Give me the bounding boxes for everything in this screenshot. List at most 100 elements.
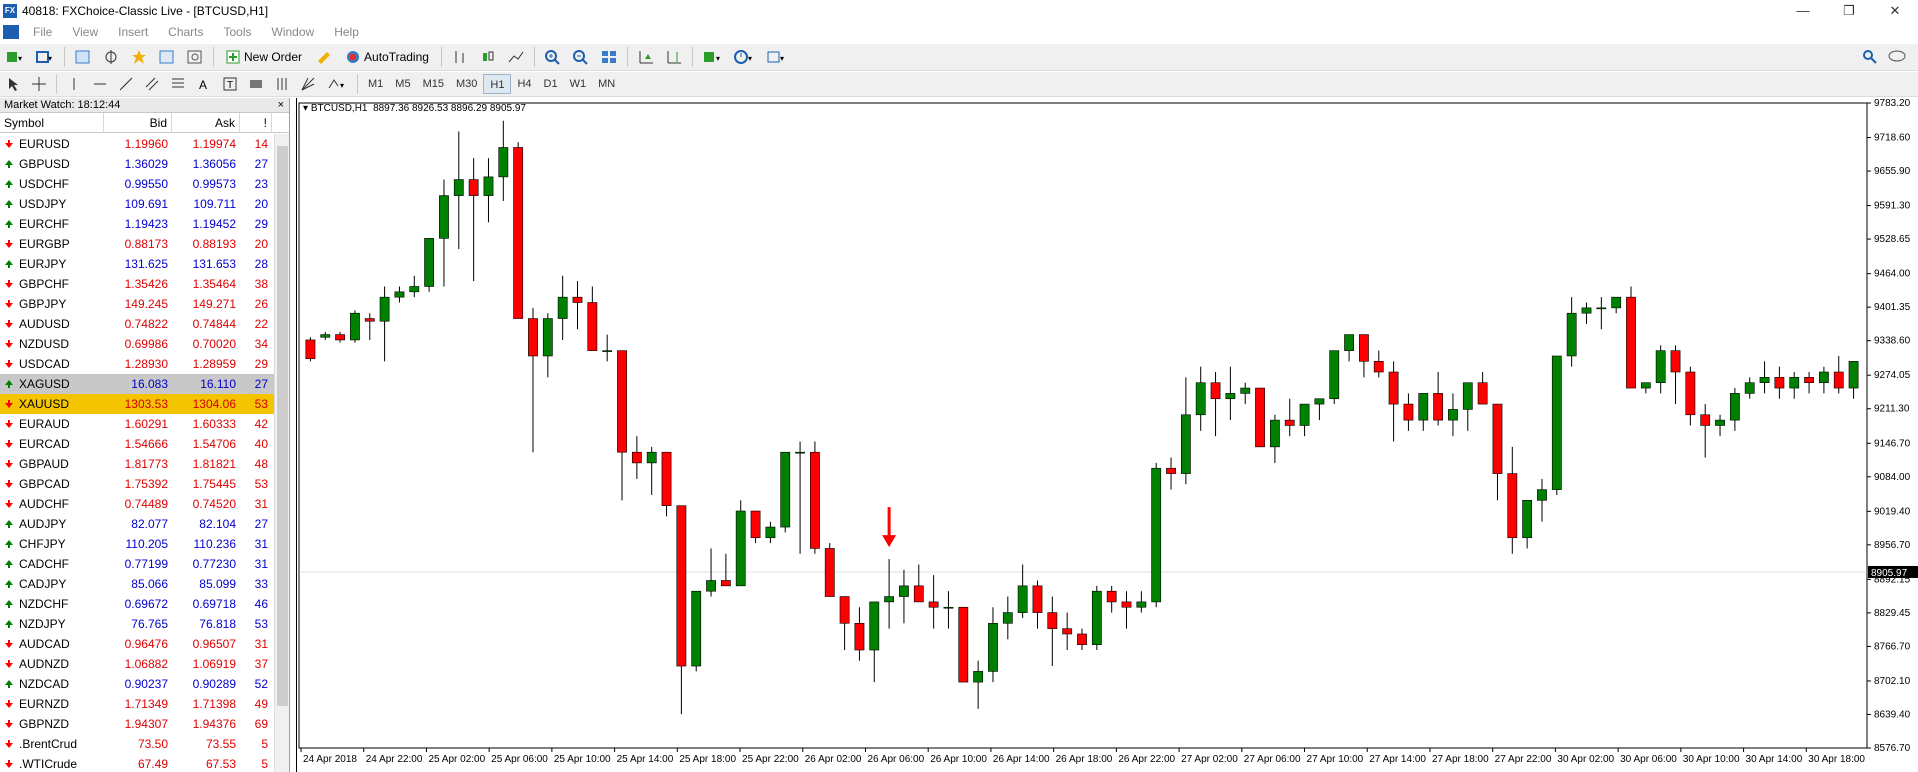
scrollbar-thumb[interactable] — [277, 146, 288, 706]
column-header-symbol[interactable]: Symbol — [0, 112, 104, 133]
column-header-spread[interactable]: ! — [240, 112, 272, 133]
menu-view[interactable]: View — [62, 25, 108, 39]
table-row[interactable]: AUDUSD 0.74822 0.74844 22 — [0, 314, 275, 334]
table-row[interactable]: EURCHF 1.19423 1.19452 29 — [0, 214, 275, 234]
timeframe-h1[interactable]: H1 — [483, 74, 512, 94]
trendline-icon[interactable] — [115, 73, 137, 95]
line-chart-icon[interactable] — [504, 46, 528, 68]
table-row[interactable]: GBPAUD 1.81773 1.81821 48 — [0, 454, 275, 474]
chart-window-icon[interactable] — [3, 25, 19, 39]
strategy-tester-icon[interactable] — [183, 46, 207, 68]
menu-tools[interactable]: Tools — [214, 25, 262, 39]
chart-window[interactable]: ▾ BTCUSD,H1 8897.36 8926.53 8896.29 8905… — [296, 98, 1918, 772]
table-row[interactable]: EURGBP 0.88173 0.88193 20 — [0, 234, 275, 254]
table-row[interactable]: CADCHF 0.77199 0.77230 31 — [0, 554, 275, 574]
close-icon[interactable]: ✕ — [1872, 0, 1918, 22]
periodicity-icon[interactable]: ▾ — [731, 46, 759, 68]
cursor-icon[interactable] — [2, 73, 24, 95]
indicators-icon[interactable]: ▾ — [699, 46, 727, 68]
autotrading-button[interactable]: AutoTrading — [340, 46, 435, 68]
column-header-ask[interactable]: Ask — [172, 112, 240, 133]
table-row[interactable]: GBPCAD 1.75392 1.75445 53 — [0, 474, 275, 494]
table-row[interactable]: CHFJPY 110.205 110.236 31 — [0, 534, 275, 554]
table-row[interactable]: GBPCHF 1.35426 1.35464 38 — [0, 274, 275, 294]
chat-icon[interactable] — [1888, 49, 1908, 65]
bear-candle — [1284, 419, 1295, 426]
zoom-out-icon[interactable] — [569, 46, 593, 68]
tile-windows-icon[interactable] — [597, 46, 621, 68]
zoom-in-icon[interactable] — [541, 46, 565, 68]
gann-fan-icon[interactable] — [297, 73, 319, 95]
timeframe-h4[interactable]: H4 — [511, 74, 537, 94]
bar-chart-icon[interactable] — [448, 46, 472, 68]
candlestick-chart[interactable]: 9783.20 9718.60 9655.90 9591.30 9528.65 9464.… — [297, 98, 1918, 772]
rectangle-icon[interactable] — [245, 73, 267, 95]
arrows-icon[interactable]: ▾ — [323, 73, 351, 95]
timeframe-m1[interactable]: M1 — [362, 74, 389, 94]
menu-window[interactable]: Window — [262, 25, 325, 39]
search-icon[interactable] — [1862, 49, 1878, 65]
new-order-button[interactable]: New Order — [220, 46, 308, 68]
minimize-icon[interactable]: — — [1780, 0, 1826, 22]
table-row[interactable]: .WTICrude 67.49 67.53 5 — [0, 754, 275, 772]
text-label-icon[interactable]: T — [219, 73, 241, 95]
timeframe-w1[interactable]: W1 — [564, 74, 593, 94]
horizontal-line-icon[interactable] — [89, 73, 111, 95]
table-row[interactable]: EURAUD 1.60291 1.60333 42 — [0, 414, 275, 434]
scroll-chart-icon[interactable] — [634, 46, 658, 68]
period-separators-icon[interactable] — [271, 73, 293, 95]
table-row[interactable]: NZDCAD 0.90237 0.90289 52 — [0, 674, 275, 694]
table-row[interactable]: AUDCAD 0.96476 0.96507 31 — [0, 634, 275, 654]
new-chart-button[interactable]: ▾ — [2, 46, 28, 68]
table-row[interactable]: AUDCHF 0.74489 0.74520 31 — [0, 494, 275, 514]
table-row[interactable]: USDJPY 109.691 109.711 20 — [0, 194, 275, 214]
vertical-line-icon[interactable] — [63, 73, 85, 95]
table-row[interactable]: XAGUSD 16.083 16.110 27 — [0, 374, 275, 394]
metaeditor-icon[interactable] — [312, 46, 336, 68]
table-row[interactable]: GBPUSD 1.36029 1.36056 27 — [0, 154, 275, 174]
table-row[interactable]: CADJPY 85.066 85.099 33 — [0, 574, 275, 594]
timeframe-mn[interactable]: MN — [592, 74, 621, 94]
table-row[interactable]: EURJPY 131.625 131.653 28 — [0, 254, 275, 274]
templates-icon[interactable]: ▾ — [763, 46, 791, 68]
table-row[interactable]: USDCAD 1.28930 1.28959 29 — [0, 354, 275, 374]
market-watch-icon[interactable] — [71, 46, 95, 68]
table-row[interactable]: GBPNZD 1.94307 1.94376 69 — [0, 714, 275, 734]
restore-icon[interactable]: ❐ — [1826, 0, 1872, 22]
crosshair-icon[interactable] — [28, 73, 50, 95]
equidistant-channel-icon[interactable] — [141, 73, 163, 95]
menu-file[interactable]: File — [23, 25, 62, 39]
text-icon[interactable]: A — [193, 73, 215, 95]
table-row[interactable]: NZDUSD 0.69986 0.70020 34 — [0, 334, 275, 354]
timeframe-d1[interactable]: D1 — [538, 74, 564, 94]
navigator-icon[interactable] — [127, 46, 151, 68]
menu-help[interactable]: Help — [324, 25, 369, 39]
fibonacci-icon[interactable] — [167, 73, 189, 95]
table-row[interactable]: GBPJPY 149.245 149.271 26 — [0, 294, 275, 314]
data-window-icon[interactable] — [99, 46, 123, 68]
table-row[interactable]: AUDNZD 1.06882 1.06919 37 — [0, 654, 275, 674]
chart-shift-icon[interactable] — [662, 46, 686, 68]
timeframe-m30[interactable]: M30 — [450, 74, 483, 94]
table-row[interactable]: .BrentCrud 73.50 73.55 5 — [0, 734, 275, 754]
table-row[interactable]: EURNZD 1.71349 1.71398 49 — [0, 694, 275, 714]
timeframe-m5[interactable]: M5 — [389, 74, 416, 94]
table-row[interactable]: XAUUSD 1303.53 1304.06 53 — [0, 394, 275, 414]
market-watch-scrollbar[interactable] — [274, 134, 289, 772]
column-header-bid[interactable]: Bid — [104, 112, 172, 133]
menu-charts[interactable]: Charts — [158, 25, 213, 39]
terminal-icon[interactable] — [155, 46, 179, 68]
spread-cell: 5 — [261, 757, 268, 771]
table-row[interactable]: NZDJPY 76.765 76.818 53 — [0, 614, 275, 634]
menu-insert[interactable]: Insert — [108, 25, 158, 39]
table-row[interactable]: EURUSD 1.19960 1.19974 14 — [0, 134, 275, 154]
candlestick-chart-icon[interactable] — [476, 46, 500, 68]
symbol-name: USDJPY — [19, 197, 67, 211]
profiles-button[interactable]: ▾ — [32, 46, 58, 68]
close-icon[interactable]: × — [278, 98, 284, 113]
table-row[interactable]: USDCHF 0.99550 0.99573 23 — [0, 174, 275, 194]
table-row[interactable]: AUDJPY 82.077 82.104 27 — [0, 514, 275, 534]
table-row[interactable]: NZDCHF 0.69672 0.69718 46 — [0, 594, 275, 614]
table-row[interactable]: EURCAD 1.54666 1.54706 40 — [0, 434, 275, 454]
timeframe-m15[interactable]: M15 — [417, 74, 450, 94]
